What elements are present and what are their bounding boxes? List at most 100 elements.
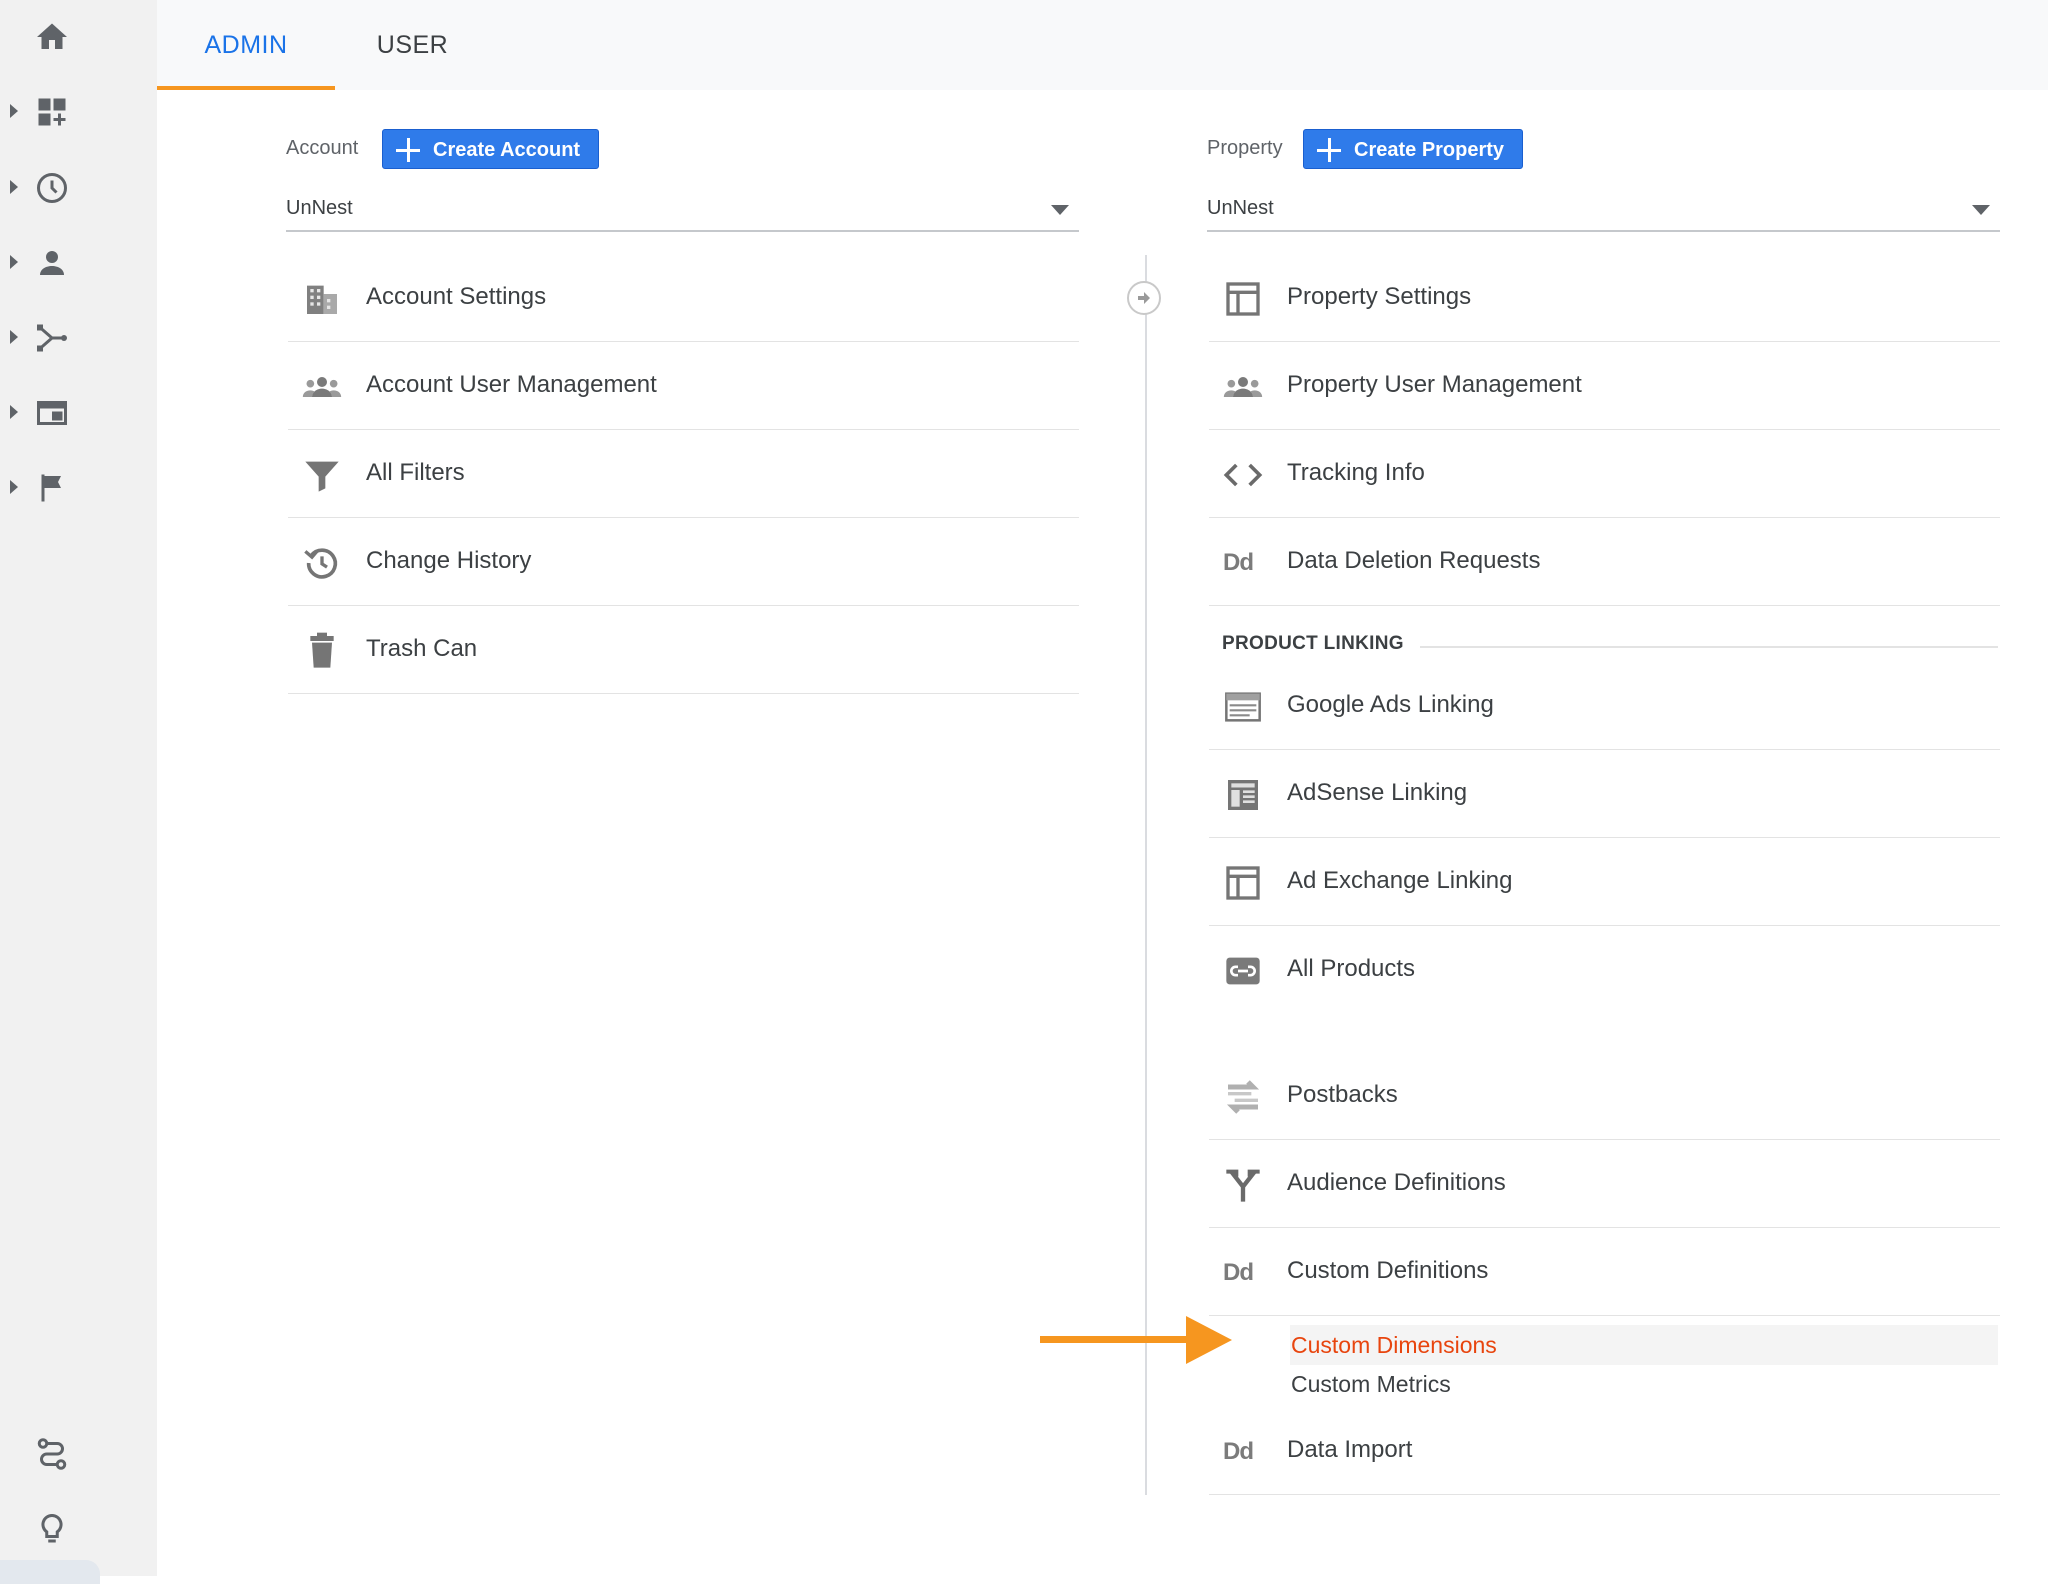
nav-home[interactable]	[0, 7, 157, 67]
expand-caret-icon	[10, 180, 18, 194]
plus-icon	[1316, 137, 1342, 163]
tab-admin[interactable]: ADMIN	[157, 0, 335, 90]
menu-google-ads-linking[interactable]: Google Ads Linking	[1209, 661, 2000, 750]
submenu-label: Custom Dimensions	[1291, 1332, 1497, 1358]
clock-icon	[34, 170, 70, 206]
admin-tab-bar: ADMIN USER	[157, 0, 2048, 90]
dd-icon: Dd	[1223, 549, 1254, 576]
dashboard-add-icon	[34, 94, 70, 130]
expand-caret-icon	[10, 104, 18, 118]
menu-ad-exchange-linking[interactable]: Ad Exchange Linking	[1209, 837, 2000, 926]
menu-label: Change History	[366, 547, 532, 574]
home-icon	[34, 19, 70, 55]
nav-realtime[interactable]	[0, 158, 157, 218]
tab-user[interactable]: USER	[335, 0, 490, 90]
account-label: Account	[286, 137, 359, 159]
menu-label: Account Settings	[366, 283, 547, 310]
menu-data-deletion-requests[interactable]: Dd Data Deletion Requests	[1209, 517, 2000, 606]
code-icon	[1223, 455, 1263, 495]
submenu-label: Custom Metrics	[1291, 1371, 1451, 1397]
property-label: Property	[1207, 137, 1283, 159]
column-divider	[1145, 255, 1147, 1495]
submenu-custom-metrics[interactable]: Custom Metrics	[1290, 1364, 1998, 1404]
menu-property-user-management[interactable]: Property User Management	[1209, 341, 2000, 430]
lightbulb-icon	[34, 1511, 70, 1547]
trash-icon	[302, 631, 342, 671]
menu-label: Account User Management	[366, 371, 657, 398]
flag-icon	[34, 470, 70, 506]
dd-icon: Dd	[1223, 1259, 1254, 1286]
nav-attribution[interactable]	[0, 1424, 157, 1484]
nav-discover[interactable]	[0, 1499, 157, 1559]
menu-postbacks[interactable]: Postbacks	[1209, 1051, 2000, 1140]
menu-label: Property User Management	[1287, 371, 1582, 398]
nav-behavior[interactable]	[0, 383, 157, 443]
ads-icon	[1223, 687, 1263, 727]
product-linking-header: PRODUCT LINKING	[1222, 633, 1404, 654]
window-icon	[1223, 279, 1263, 319]
submenu-custom-dimensions[interactable]: Custom Dimensions	[1290, 1325, 1998, 1365]
menu-label: AdSense Linking	[1287, 779, 1468, 806]
sidebar-footer-pill	[0, 1560, 100, 1584]
dropdown-caret-icon	[1972, 205, 1990, 215]
dropdown-caret-icon	[1051, 205, 1069, 215]
property-selector-value: UnNest	[1207, 197, 1274, 219]
building-icon	[302, 279, 342, 319]
menu-label: Property Settings	[1287, 283, 1472, 310]
plus-icon	[395, 137, 421, 163]
menu-label: Audience Definitions	[1287, 1169, 1506, 1196]
menu-all-filters[interactable]: All Filters	[288, 429, 1079, 518]
users-icon	[1223, 367, 1263, 407]
menu-property-settings[interactable]: Property Settings	[1209, 253, 2000, 342]
expand-caret-icon	[10, 255, 18, 269]
dd-icon: Dd	[1223, 1438, 1254, 1465]
link-icon	[1223, 951, 1263, 991]
annotation-arrow-icon	[1040, 1316, 1232, 1364]
nav-acquisition[interactable]	[0, 308, 157, 368]
menu-audience-definitions[interactable]: Audience Definitions	[1209, 1139, 2000, 1228]
arrow-right-icon	[1138, 292, 1150, 304]
menu-all-products[interactable]: All Products	[1209, 925, 2000, 1013]
menu-label: Custom Definitions	[1287, 1257, 1489, 1284]
menu-label: Ad Exchange Linking	[1287, 867, 1513, 894]
column-divider-knob[interactable]	[1127, 281, 1161, 315]
create-property-label: Create Property	[1354, 139, 1505, 161]
menu-adsense-linking[interactable]: AdSense Linking	[1209, 749, 2000, 838]
menu-label: Data Deletion Requests	[1287, 547, 1541, 574]
menu-account-user-management[interactable]: Account User Management	[288, 341, 1079, 430]
menu-change-history[interactable]: Change History	[288, 517, 1079, 606]
account-selector[interactable]: UnNest	[286, 188, 1079, 232]
create-account-label: Create Account	[433, 139, 581, 161]
menu-tracking-info[interactable]: Tracking Info	[1209, 429, 2000, 518]
menu-label: Data Import	[1287, 1436, 1413, 1463]
route-icon	[34, 1436, 70, 1472]
audience-icon	[1223, 1165, 1263, 1205]
account-selector-value: UnNest	[286, 197, 353, 219]
menu-label: All Products	[1287, 955, 1416, 982]
property-selector[interactable]: UnNest	[1207, 188, 2000, 232]
menu-custom-definitions[interactable]: Dd Custom Definitions	[1209, 1227, 2000, 1316]
expand-caret-icon	[10, 330, 18, 344]
create-account-button[interactable]: Create Account	[382, 129, 600, 169]
nav-conversions[interactable]	[0, 458, 157, 518]
nav-customization[interactable]	[0, 82, 157, 142]
menu-data-import[interactable]: Dd Data Import	[1209, 1406, 2000, 1495]
postbacks-icon	[1223, 1077, 1263, 1117]
window-icon	[1223, 863, 1263, 903]
history-icon	[302, 543, 342, 583]
nav-audience[interactable]	[0, 233, 157, 293]
menu-trash-can[interactable]: Trash Can	[288, 605, 1079, 694]
acquisition-icon	[34, 320, 70, 356]
behavior-icon	[34, 395, 70, 431]
adsense-icon	[1223, 775, 1263, 815]
expand-caret-icon	[10, 405, 18, 419]
menu-label: All Filters	[366, 459, 465, 486]
filter-icon	[302, 455, 342, 495]
left-nav-sidebar	[0, 0, 157, 1584]
menu-label: Tracking Info	[1287, 459, 1425, 486]
person-icon	[34, 245, 70, 281]
users-icon	[302, 367, 342, 407]
menu-account-settings[interactable]: Account Settings	[288, 253, 1079, 342]
menu-label: Trash Can	[366, 635, 478, 662]
create-property-button[interactable]: Create Property	[1303, 129, 1524, 169]
